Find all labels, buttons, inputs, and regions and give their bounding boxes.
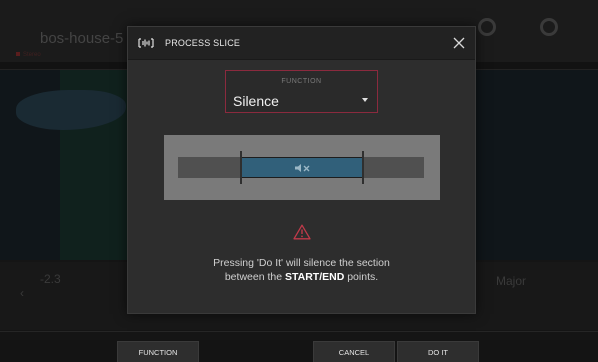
process-slice-dialog: PROCESS SLICE FUNCTION Silence Pressing … (127, 26, 476, 314)
dialog-title: PROCESS SLICE (165, 38, 241, 48)
background-left-arrow-icon: ‹ (20, 286, 24, 300)
background-right-value: Major (496, 274, 527, 288)
softkey-divider (0, 331, 598, 332)
slice-after-segment (364, 157, 424, 178)
warning-line-2-prefix: between the (224, 271, 285, 283)
close-icon[interactable] (449, 33, 469, 53)
do-it-button[interactable]: DO IT (397, 341, 479, 362)
function-value: Silence (233, 93, 279, 109)
function-label: FUNCTION (281, 78, 322, 85)
background-tag: Stereo (16, 52, 41, 58)
warning-line-2-suffix: points. (344, 271, 379, 283)
warning-line-2-emphasis: START/END (284, 271, 345, 283)
chevron-down-icon (362, 98, 368, 102)
softkey-bar (0, 340, 598, 362)
mute-speaker-icon (294, 164, 309, 172)
function-button[interactable]: FUNCTION (117, 341, 199, 362)
background-gear-icon (540, 18, 558, 36)
slice-before-segment (178, 157, 241, 178)
slice-preview (164, 135, 440, 200)
waveform-logo-icon (138, 38, 154, 48)
cancel-button[interactable]: CANCEL (313, 341, 395, 362)
warning-message: Pressing 'Do It' will silence the sectio… (128, 256, 475, 284)
warning-line-2: between the START/END points. (128, 270, 475, 284)
dialog-titlebar: PROCESS SLICE (128, 27, 475, 60)
function-dropdown[interactable]: FUNCTION Silence (225, 70, 378, 113)
slice-selected-segment (241, 157, 364, 178)
warning-line-1: Pressing 'Do It' will silence the sectio… (213, 257, 390, 269)
background-left-value: -2.3 (40, 272, 61, 286)
background-program-name: bos-house-5 (40, 30, 124, 47)
background-knob-icon (478, 18, 496, 36)
end-marker (362, 151, 364, 184)
warning-triangle-icon (293, 224, 311, 240)
start-marker (240, 151, 242, 184)
